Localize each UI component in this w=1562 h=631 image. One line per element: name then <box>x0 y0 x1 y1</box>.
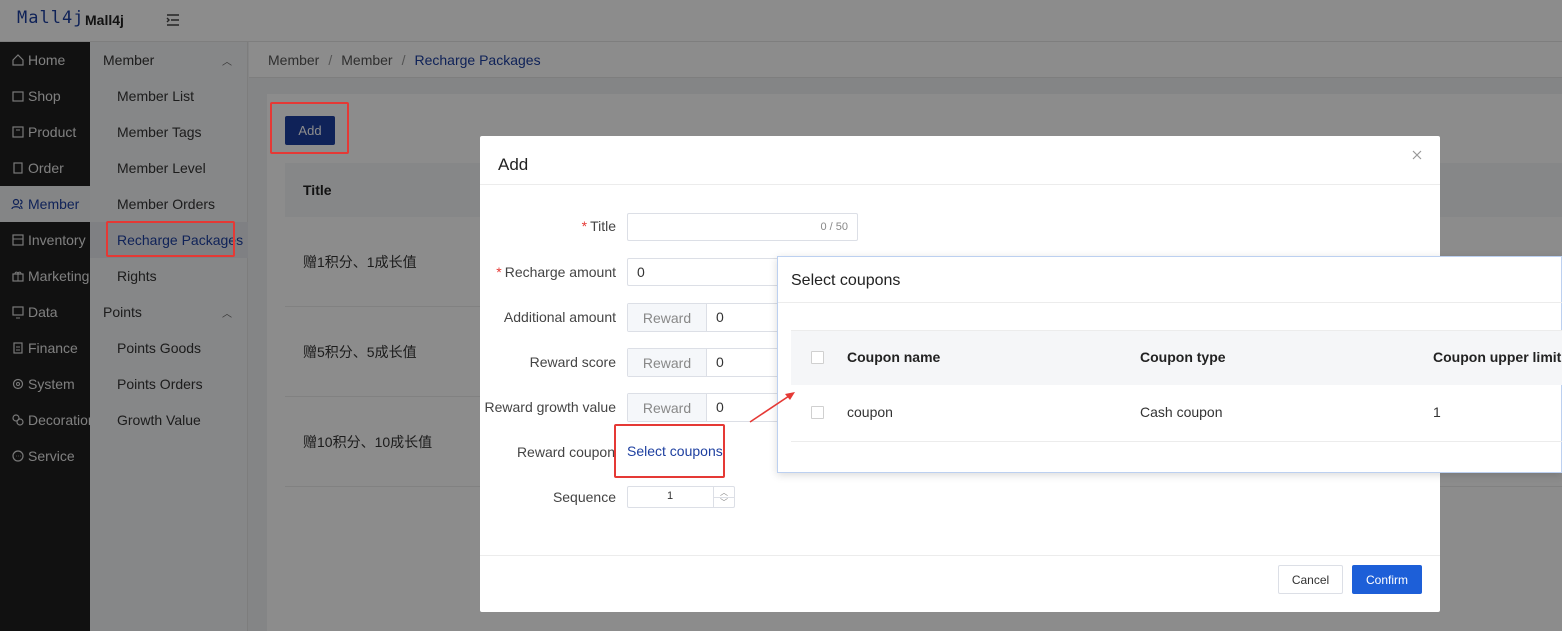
close-icon[interactable] <box>1410 148 1424 162</box>
reward-score-value[interactable]: 0 <box>707 349 786 376</box>
reward-prefix: Reward <box>628 304 707 331</box>
recharge-amount-input[interactable]: 0 <box>627 258 787 286</box>
annotation-box-select-coupons <box>614 424 725 478</box>
additional-amount-label: Additional amount <box>503 309 616 325</box>
reward-coupon-label: Reward coupon <box>516 444 615 460</box>
dialog-divider <box>480 184 1440 185</box>
row-checkbox[interactable] <box>811 406 824 419</box>
sequence-stepper[interactable]: 1 ︿ ﹀ <box>627 486 735 508</box>
reward-score-label: Reward score <box>529 354 616 370</box>
confirm-button[interactable]: Confirm <box>1352 565 1422 594</box>
dialog-title: Add <box>498 155 529 174</box>
reward-prefix: Reward <box>628 349 707 376</box>
recharge-amount-label: * Recharge amount <box>496 264 616 280</box>
sequence-label: Sequence <box>552 489 616 505</box>
increment-icon[interactable]: ︿ <box>714 487 734 497</box>
additional-amount-value[interactable]: 0 <box>707 304 786 331</box>
select-coupons-popup: Select coupons Coupon name Coupon type C… <box>777 256 1562 473</box>
reward-score-input[interactable]: Reward 0 <box>627 348 787 377</box>
table-row: coupon Cash coupon 1 <box>791 385 1562 442</box>
popup-title: Select coupons <box>791 272 901 289</box>
coupon-table-header: Coupon name Coupon type Coupon upper lim… <box>791 330 1562 385</box>
additional-amount-input[interactable]: Reward 0 <box>627 303 787 332</box>
decrement-icon[interactable]: ﹀ <box>714 497 734 507</box>
column-coupon-limit: Coupon upper limit <box>1433 349 1562 365</box>
popup-divider <box>778 302 1562 303</box>
coupon-limit-cell: 1 <box>1433 404 1441 420</box>
annotation-arrow-icon <box>749 392 795 423</box>
coupon-name-cell: coupon <box>847 404 893 420</box>
select-all-checkbox[interactable] <box>811 351 824 364</box>
dialog-footer-divider <box>480 555 1440 556</box>
coupon-type-cell: Cash coupon <box>1140 404 1223 420</box>
title-label: * Title <box>581 218 616 234</box>
reward-prefix: Reward <box>628 394 707 421</box>
stepper-controls: ︿ ﹀ <box>713 487 734 507</box>
annotation-box-add <box>270 102 349 154</box>
reward-growth-label: Reward growth value <box>484 399 616 415</box>
title-char-counter: 0 / 50 <box>820 221 848 233</box>
column-coupon-type: Coupon type <box>1140 349 1226 365</box>
title-input[interactable]: 0 / 50 <box>627 213 858 241</box>
column-coupon-name: Coupon name <box>847 349 941 365</box>
annotation-box-recharge <box>106 221 235 257</box>
sequence-value[interactable]: 1 <box>628 490 712 502</box>
cancel-button[interactable]: Cancel <box>1278 565 1343 594</box>
